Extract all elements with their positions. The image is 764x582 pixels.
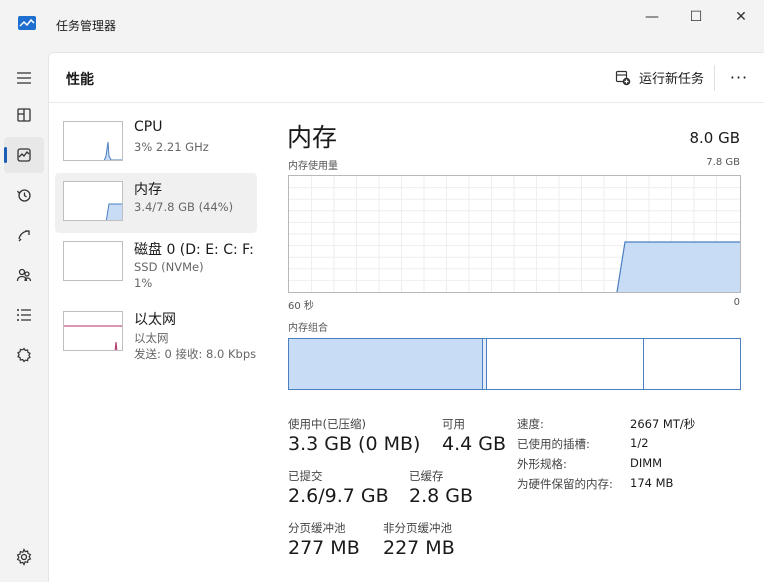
resource-type: 以太网: [134, 331, 169, 345]
spec-key-form-factor: 外形规格:: [517, 457, 567, 471]
minimize-button[interactable]: —: [638, 6, 666, 28]
resource-item-disk[interactable]: 磁盘 0 (D: E: C: F: SSD (NVMe) 1%: [55, 233, 257, 293]
nonpaged-pool-value: 227 MB: [383, 537, 455, 559]
disk-thumbnail-graph: [63, 241, 123, 281]
composition-standby: [487, 339, 644, 389]
graph-time-start: 60 秒: [288, 301, 314, 312]
performance-icon: [17, 148, 31, 162]
resource-name: 磁盘 0 (D: E: C: F:: [134, 242, 254, 258]
nav-item-services[interactable]: [4, 337, 44, 373]
resource-item-ethernet[interactable]: 以太网 以太网 发送: 0 接收: 8.0 Kbps: [55, 303, 257, 363]
cpu-thumbnail-graph: [63, 121, 123, 161]
nav-item-processes[interactable]: [4, 97, 44, 133]
hamburger-menu-button[interactable]: [4, 60, 44, 96]
resource-name: 内存: [134, 182, 162, 198]
detail-total-memory: 8.0 GB: [689, 129, 740, 147]
spec-key-slots: 已使用的插槽:: [517, 437, 590, 451]
details-icon: [17, 309, 31, 321]
ethernet-thumbnail-graph: [63, 311, 123, 351]
in-use-label: 使用中(已压缩): [288, 417, 366, 431]
nav-item-users[interactable]: [4, 257, 44, 293]
run-new-task-button[interactable]: 运行新任务: [615, 68, 704, 87]
in-use-value: 3.3 GB (0 MB): [288, 433, 421, 455]
resource-usage: 1%: [134, 276, 153, 290]
nav-item-details[interactable]: [4, 297, 44, 333]
resource-item-memory[interactable]: 内存 3.4/7.8 GB (44%): [55, 173, 257, 233]
spec-value-form-factor: DIMM: [630, 456, 663, 470]
resource-usage: 发送: 0 接收: 8.0 Kbps: [134, 347, 257, 361]
composition-in-use: [289, 339, 483, 389]
nonpaged-pool-label: 非分页缓冲池: [383, 521, 452, 535]
spec-value-speed: 2667 MT/秒: [630, 417, 696, 431]
app-history-icon: [16, 189, 31, 202]
close-button[interactable]: ✕: [727, 6, 755, 28]
page-header: 性能 运行新任务 ···: [49, 53, 764, 103]
memory-composition-label: 内存组合: [288, 323, 328, 334]
memory-usage-label: 内存使用量: [288, 161, 338, 172]
paged-pool-value: 277 MB: [288, 537, 360, 559]
committed-value: 2.6/9.7 GB: [288, 485, 389, 507]
nav-item-startup-apps[interactable]: [4, 217, 44, 253]
processes-icon: [17, 108, 31, 122]
title-bar: 任务管理器 — ☐ ✕: [0, 0, 764, 52]
nav-item-app-history[interactable]: [4, 177, 44, 213]
hamburger-menu-icon: [17, 72, 31, 84]
spec-value-slots: 1/2: [630, 436, 649, 450]
memory-thumbnail-graph: [63, 181, 123, 221]
more-options-button[interactable]: ···: [727, 65, 751, 89]
header-divider: [714, 65, 715, 91]
available-value: 4.4 GB: [442, 433, 507, 455]
window-title: 任务管理器: [56, 19, 117, 33]
memory-composition-bar: [288, 338, 741, 390]
resource-type: SSD (NVMe): [134, 260, 204, 274]
startup-apps-icon: [18, 230, 30, 242]
users-icon: [16, 268, 32, 282]
services-icon: [17, 347, 31, 363]
memory-usage-graph: [288, 175, 741, 293]
maximize-button[interactable]: ☐: [682, 6, 710, 28]
graph-time-end: 0: [733, 297, 740, 308]
cached-value: 2.8 GB: [409, 485, 474, 507]
sidebar-nav: [0, 52, 48, 582]
run-new-task-label: 运行新任务: [639, 72, 705, 87]
detail-title: 内存: [287, 123, 338, 152]
composition-free: [644, 339, 740, 389]
cached-label: 已缓存: [409, 469, 444, 483]
spec-key-hardware-reserved: 为硬件保留的内存:: [517, 477, 613, 491]
resource-name: 以太网: [134, 312, 176, 328]
task-manager-app-icon: [18, 16, 36, 30]
gear-icon[interactable]: [15, 548, 33, 566]
nav-item-performance[interactable]: [4, 137, 44, 173]
memory-usage-max: 7.8 GB: [706, 157, 740, 168]
resource-item-cpu[interactable]: CPU 3% 2.21 GHz: [55, 113, 257, 173]
page-title: 性能: [66, 72, 94, 88]
run-task-icon: [615, 70, 631, 85]
resource-usage: 3.4/7.8 GB (44%): [134, 200, 234, 214]
spec-value-hardware-reserved: 174 MB: [630, 476, 674, 490]
committed-label: 已提交: [288, 469, 323, 483]
resource-usage: 3% 2.21 GHz: [134, 140, 209, 154]
spec-key-speed: 速度:: [517, 417, 544, 431]
main-panel: 性能 运行新任务 ··· CPU 3% 2.21 GHz 内存 3.4/7.8 …: [48, 52, 764, 582]
available-label: 可用: [442, 417, 465, 431]
resource-name: CPU: [134, 119, 163, 135]
paged-pool-label: 分页缓冲池: [288, 521, 346, 535]
